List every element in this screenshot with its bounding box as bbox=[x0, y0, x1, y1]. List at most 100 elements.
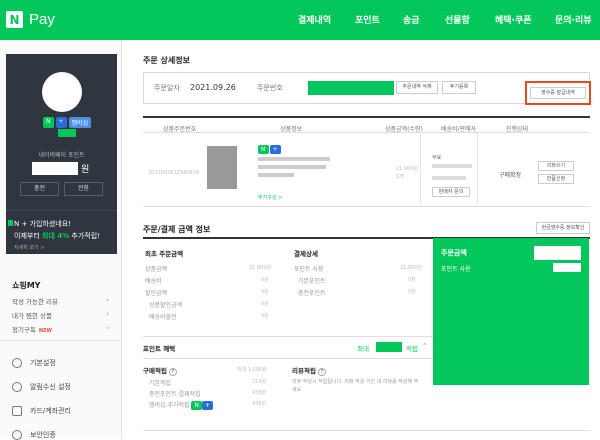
item-amount-label: 상품금액 bbox=[145, 266, 168, 273]
bottom-divider bbox=[143, 430, 590, 431]
receipt-history-button[interactable]: 영수증 발급내역 bbox=[530, 87, 586, 99]
shipping-label: 배송비 bbox=[145, 278, 162, 285]
base-earn-label: 기본적립 bbox=[149, 380, 172, 387]
shipping-discount-label: 배송비할인 bbox=[149, 314, 177, 321]
total-amount-panel: 주문금액 포인트 사용 bbox=[433, 238, 589, 385]
charge-earn-label: 충전포인트 결제적립 bbox=[149, 391, 201, 398]
review-earn-label: 리뷰적립? bbox=[292, 365, 326, 376]
sidebar: N + 멤버십 네이버페이 포인트 원 충전 전환 N + 가입하셨네요! 이제… bbox=[0, 40, 122, 440]
bell-icon bbox=[12, 382, 22, 392]
shipping-fee: 무료 bbox=[432, 155, 442, 161]
return-request-button[interactable]: 반품신청 bbox=[538, 174, 574, 184]
sidebar-item-notifications[interactable]: 알림수신 설정 bbox=[12, 382, 71, 392]
product-qty-redacted: 1개 bbox=[396, 174, 404, 180]
cash-receipt-button[interactable]: 현금영수증 정보확인 bbox=[536, 222, 590, 234]
seller-info-redacted bbox=[432, 176, 466, 180]
point-value-redacted bbox=[32, 162, 78, 175]
sidebar-item-reviewable[interactable]: 작성 가능한 리뷰 › bbox=[12, 296, 118, 306]
benefit-divider bbox=[143, 336, 433, 337]
naver-n-icon: N bbox=[6, 11, 23, 28]
point-use-label: 포인트 사용 bbox=[294, 266, 324, 273]
receipt-history-highlight: 영수증 발급내역 bbox=[525, 81, 591, 105]
item-amount-redacted: 21,900원 bbox=[249, 265, 272, 271]
nav-benefits-coupons[interactable]: 혜택·쿠폰 bbox=[495, 13, 532, 26]
sidebar-item-cards-accounts[interactable]: 카드/계좌관리 bbox=[12, 406, 71, 416]
discount-value-redacted: 0원 bbox=[261, 289, 269, 295]
membership-badges: N + 멤버십 bbox=[43, 117, 92, 128]
point-use-redacted: 21,900원 bbox=[400, 265, 423, 271]
point-used-redacted bbox=[553, 263, 581, 272]
chevron-up-icon[interactable]: ⌃ bbox=[422, 342, 427, 350]
base-earn-redacted: 219원 bbox=[252, 379, 267, 385]
charge-earn-redacted: 438원 bbox=[252, 390, 267, 396]
order-summary-box: 주문일자 2021.09.26 주문번호 주문내역 삭제 후기등록 bbox=[143, 72, 590, 104]
total-amount-redacted bbox=[534, 246, 581, 260]
nav-payment-history[interactable]: 결제내역 bbox=[298, 13, 331, 26]
point-benefit-title: 포인트 혜택 bbox=[143, 345, 176, 353]
order-item-number-redacted: 2021092612345678 bbox=[148, 170, 199, 176]
username-redacted bbox=[58, 129, 76, 137]
discount-label: 할인금액 bbox=[145, 290, 168, 297]
point-balance: 원 bbox=[32, 162, 89, 175]
payment-detail-heading: 결제상세 bbox=[294, 250, 318, 258]
product-badges: N + bbox=[258, 145, 281, 154]
sidebar-item-subscription[interactable]: 정기구독 NEW › bbox=[12, 324, 118, 334]
charge-point-redacted: 0원 bbox=[408, 289, 416, 295]
product-image[interactable] bbox=[207, 146, 237, 189]
product-discount-redacted: 0원 bbox=[261, 301, 269, 307]
sidebar-item-settings[interactable]: 기본설정 bbox=[12, 358, 56, 368]
shopping-my-title: 쇼핑MY bbox=[12, 281, 41, 290]
membership-promo[interactable]: N + 가입하셨네요! 이제부터 최대 4% 추가적립! 자세히 보기 > bbox=[6, 210, 117, 254]
nav-points[interactable]: 포인트 bbox=[355, 13, 380, 26]
promo-more-link[interactable]: 자세히 보기 > bbox=[14, 244, 44, 251]
total-amount-label: 주문금액 bbox=[441, 249, 467, 257]
order-detail-title: 주문 상세정보 bbox=[143, 56, 190, 65]
order-status: 구매확정 bbox=[499, 172, 522, 179]
sidebar-item-wishlist[interactable]: 내가 찜한 상품 › bbox=[12, 310, 118, 320]
initial-amount-heading: 최초 주문금액 bbox=[145, 250, 184, 258]
order-number-redacted bbox=[308, 81, 394, 95]
chevron-right-icon: › bbox=[106, 310, 109, 318]
benefit-inner-divider bbox=[143, 358, 433, 359]
naver-pay-logo[interactable]: N Pay bbox=[6, 11, 55, 28]
order-date-value: 2021.09.26 bbox=[190, 83, 236, 92]
convert-button[interactable]: 전환 bbox=[64, 182, 103, 196]
info-icon[interactable]: ? bbox=[168, 368, 177, 376]
point-used-label: 포인트 사용 bbox=[441, 266, 471, 273]
seller-name-redacted bbox=[432, 164, 472, 168]
promo-line-2: 이제부터 최대 4% 추가적립! bbox=[14, 232, 100, 240]
main-content: 주문 상세정보 주문일자 2021.09.26 주문번호 주문내역 삭제 후기등… bbox=[122, 40, 600, 439]
order-number-label: 주문번호 bbox=[257, 84, 283, 92]
table-bottom-divider bbox=[143, 206, 590, 207]
naver-badge: N bbox=[43, 117, 54, 128]
plus-badge: + bbox=[55, 117, 67, 128]
product-option-link[interactable]: 추가구성 > bbox=[258, 194, 282, 201]
charge-button[interactable]: 충전 bbox=[20, 182, 59, 196]
write-review-button[interactable]: 리뷰쓰기 bbox=[538, 161, 574, 171]
product-discount-label: 상품할인금액 bbox=[149, 302, 183, 309]
membership-badge: 멤버십 bbox=[68, 117, 92, 128]
point-label: 네이버페이 포인트 bbox=[38, 152, 85, 159]
promo-flag-icon bbox=[8, 220, 13, 226]
avatar[interactable] bbox=[42, 72, 82, 112]
delete-order-button[interactable]: 주문내역 삭제 bbox=[396, 81, 438, 94]
product-name-redacted[interactable] bbox=[258, 157, 330, 161]
point-unit: 원 bbox=[81, 165, 90, 175]
max-earn-suffix: 적립 bbox=[406, 345, 418, 353]
nav-transfer[interactable]: 송금 bbox=[403, 13, 420, 26]
payment-detail-panel: 결제상세 포인트 사용 기본포인트 충전포인트 21,900원 0원 0원 bbox=[288, 238, 432, 438]
payment-info-title: 주문/결제 금액 정보 bbox=[143, 225, 211, 234]
product-name-redacted-3 bbox=[258, 173, 294, 177]
nav-inquiry-review[interactable]: 문의·리뷰 bbox=[555, 13, 592, 26]
nav-gift-box[interactable]: 선물함 bbox=[445, 13, 470, 26]
membership-earn-redacted: 438원 bbox=[252, 401, 267, 407]
seller-inquiry-button[interactable]: 판매자 문의 bbox=[432, 187, 470, 197]
order-date-label: 주문일자 bbox=[154, 84, 180, 92]
review-register-button[interactable]: 후기등록 bbox=[442, 81, 476, 94]
card-icon bbox=[12, 406, 22, 416]
top-navigation-bar: N Pay 결제내역 포인트 송금 선물함 혜택·쿠폰 문의·리뷰 bbox=[0, 0, 600, 40]
info-icon[interactable]: ? bbox=[317, 368, 326, 376]
table-header-divider bbox=[143, 132, 590, 133]
max-earn-redacted bbox=[376, 342, 402, 352]
sidebar-divider bbox=[0, 340, 122, 341]
